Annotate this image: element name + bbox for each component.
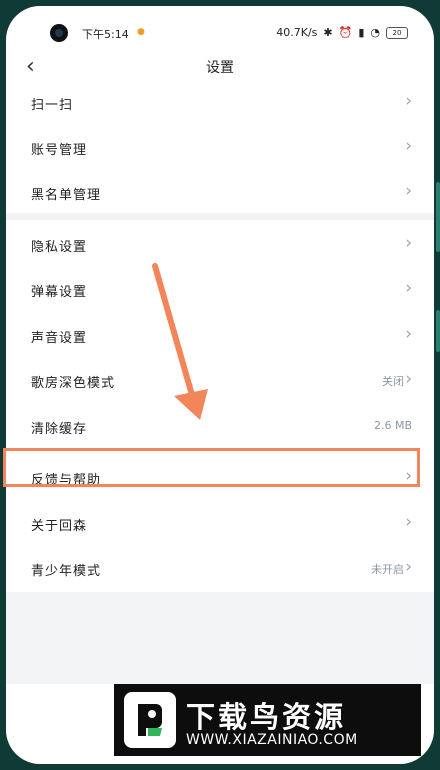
item-label: 关于回森 bbox=[31, 519, 88, 534]
item-label: 青少年模式 bbox=[31, 564, 102, 579]
chevron-right-icon: › bbox=[405, 369, 412, 389]
front-camera bbox=[50, 24, 68, 42]
item-label: 清除缓存 bbox=[31, 422, 88, 437]
watermark-url: WWW.XIAZAINIAO.COM bbox=[186, 732, 358, 748]
item-value: 未开启 bbox=[371, 563, 404, 576]
watermark-title: 下载鸟资源 bbox=[186, 700, 347, 734]
settings-item-clear-cache[interactable]: 清除缓存 2.6 MB bbox=[6, 404, 434, 449]
cache-size: 2.6 MB bbox=[373, 419, 412, 432]
network-speed: 40.7K/s bbox=[276, 26, 318, 39]
empty-area bbox=[6, 592, 434, 684]
power-button bbox=[436, 310, 440, 352]
volume-button bbox=[436, 182, 440, 252]
screen: 下午5:14 ● 40.7K/s ✱ ⏰ ▮ ◔ 20 ‹ 设置 扫一扫 › 账… bbox=[6, 6, 434, 764]
notification-dot-icon: ● bbox=[137, 27, 145, 37]
item-label: 黑名单管理 bbox=[31, 188, 102, 203]
status-bar: 下午5:14 ● 40.7K/s ✱ ⏰ ▮ ◔ 20 bbox=[6, 24, 434, 44]
settings-item-danmaku[interactable]: 弹幕设置 › bbox=[6, 267, 434, 312]
chevron-right-icon: › bbox=[405, 233, 412, 253]
status-right: 40.7K/s ✱ ⏰ ▮ ◔ 20 bbox=[276, 26, 408, 39]
header: ‹ 设置 bbox=[6, 50, 434, 84]
settings-item-sound[interactable]: 声音设置 › bbox=[6, 313, 434, 358]
group-separator bbox=[6, 213, 434, 220]
chevron-right-icon: › bbox=[405, 278, 412, 298]
settings-item-scan[interactable]: 扫一扫 › bbox=[6, 80, 434, 125]
alarm-icon: ⏰ bbox=[338, 26, 353, 39]
item-label: 歌房深色模式 bbox=[31, 376, 116, 391]
settings-item-blacklist[interactable]: 黑名单管理 › bbox=[6, 170, 434, 215]
chevron-right-icon: › bbox=[405, 181, 412, 201]
page-title: 设置 bbox=[206, 60, 234, 76]
bluetooth-icon: ✱ bbox=[323, 26, 333, 39]
item-label: 账号管理 bbox=[31, 143, 88, 158]
signal-icon: ▮ bbox=[358, 26, 365, 39]
chevron-right-icon: › bbox=[405, 512, 412, 532]
chevron-right-icon: › bbox=[405, 324, 412, 344]
settings-item-privacy[interactable]: 隐私设置 › bbox=[6, 222, 434, 267]
status-time: 下午5:14 bbox=[82, 28, 129, 41]
settings-item-teen-mode[interactable]: 青少年模式 未开启 › bbox=[6, 546, 434, 591]
item-value: 关闭 bbox=[382, 375, 404, 388]
battery-icon: 20 bbox=[386, 26, 408, 39]
highlight-box bbox=[3, 448, 420, 487]
item-label: 隐私设置 bbox=[31, 240, 88, 255]
chevron-right-icon: › bbox=[405, 136, 412, 156]
chevron-right-icon: › bbox=[405, 91, 412, 111]
wifi-icon: ◔ bbox=[370, 26, 380, 39]
phone-frame: 下午5:14 ● 40.7K/s ✱ ⏰ ▮ ◔ 20 ‹ 设置 扫一扫 › 账… bbox=[0, 0, 440, 770]
settings-item-about[interactable]: 关于回森 › bbox=[6, 501, 434, 546]
bird-logo-icon bbox=[124, 692, 176, 748]
chevron-right-icon: › bbox=[405, 557, 412, 577]
item-label: 扫一扫 bbox=[31, 98, 74, 113]
item-label: 弹幕设置 bbox=[31, 285, 88, 300]
settings-item-dark-mode[interactable]: 歌房深色模式 关闭 › bbox=[6, 358, 434, 403]
watermark-banner: 下载鸟资源 WWW.XIAZAINIAO.COM bbox=[114, 684, 421, 756]
settings-item-account[interactable]: 账号管理 › bbox=[6, 125, 434, 170]
item-label: 声音设置 bbox=[31, 331, 88, 346]
